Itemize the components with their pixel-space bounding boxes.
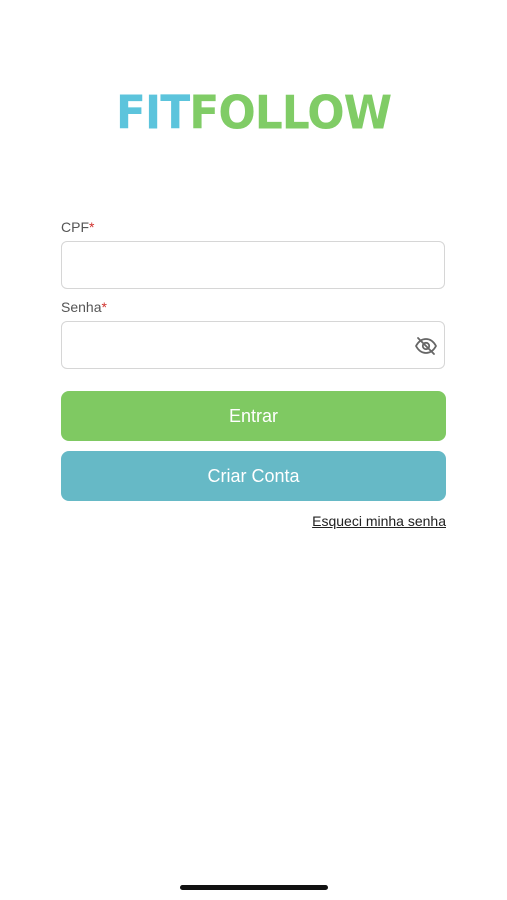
- cpf-required-marker: *: [89, 219, 95, 235]
- logo-follow-text: FOLLOW: [189, 86, 392, 141]
- cpf-input[interactable]: [61, 241, 445, 289]
- forgot-password-link[interactable]: Esqueci minha senha: [312, 513, 446, 529]
- app-logo: FITFOLLOW: [0, 87, 507, 142]
- enter-button[interactable]: Entrar: [61, 391, 446, 441]
- home-indicator: [180, 885, 328, 890]
- create-account-button[interactable]: Criar Conta: [61, 451, 446, 501]
- logo-fit-text: FIT: [115, 86, 190, 141]
- eye-off-icon[interactable]: [414, 334, 438, 358]
- password-input[interactable]: [61, 321, 445, 369]
- password-label: Senha*: [61, 299, 107, 315]
- cpf-label: CPF*: [61, 219, 94, 235]
- password-required-marker: *: [101, 299, 107, 315]
- password-label-text: Senha: [61, 299, 102, 315]
- cpf-label-text: CPF: [61, 219, 89, 235]
